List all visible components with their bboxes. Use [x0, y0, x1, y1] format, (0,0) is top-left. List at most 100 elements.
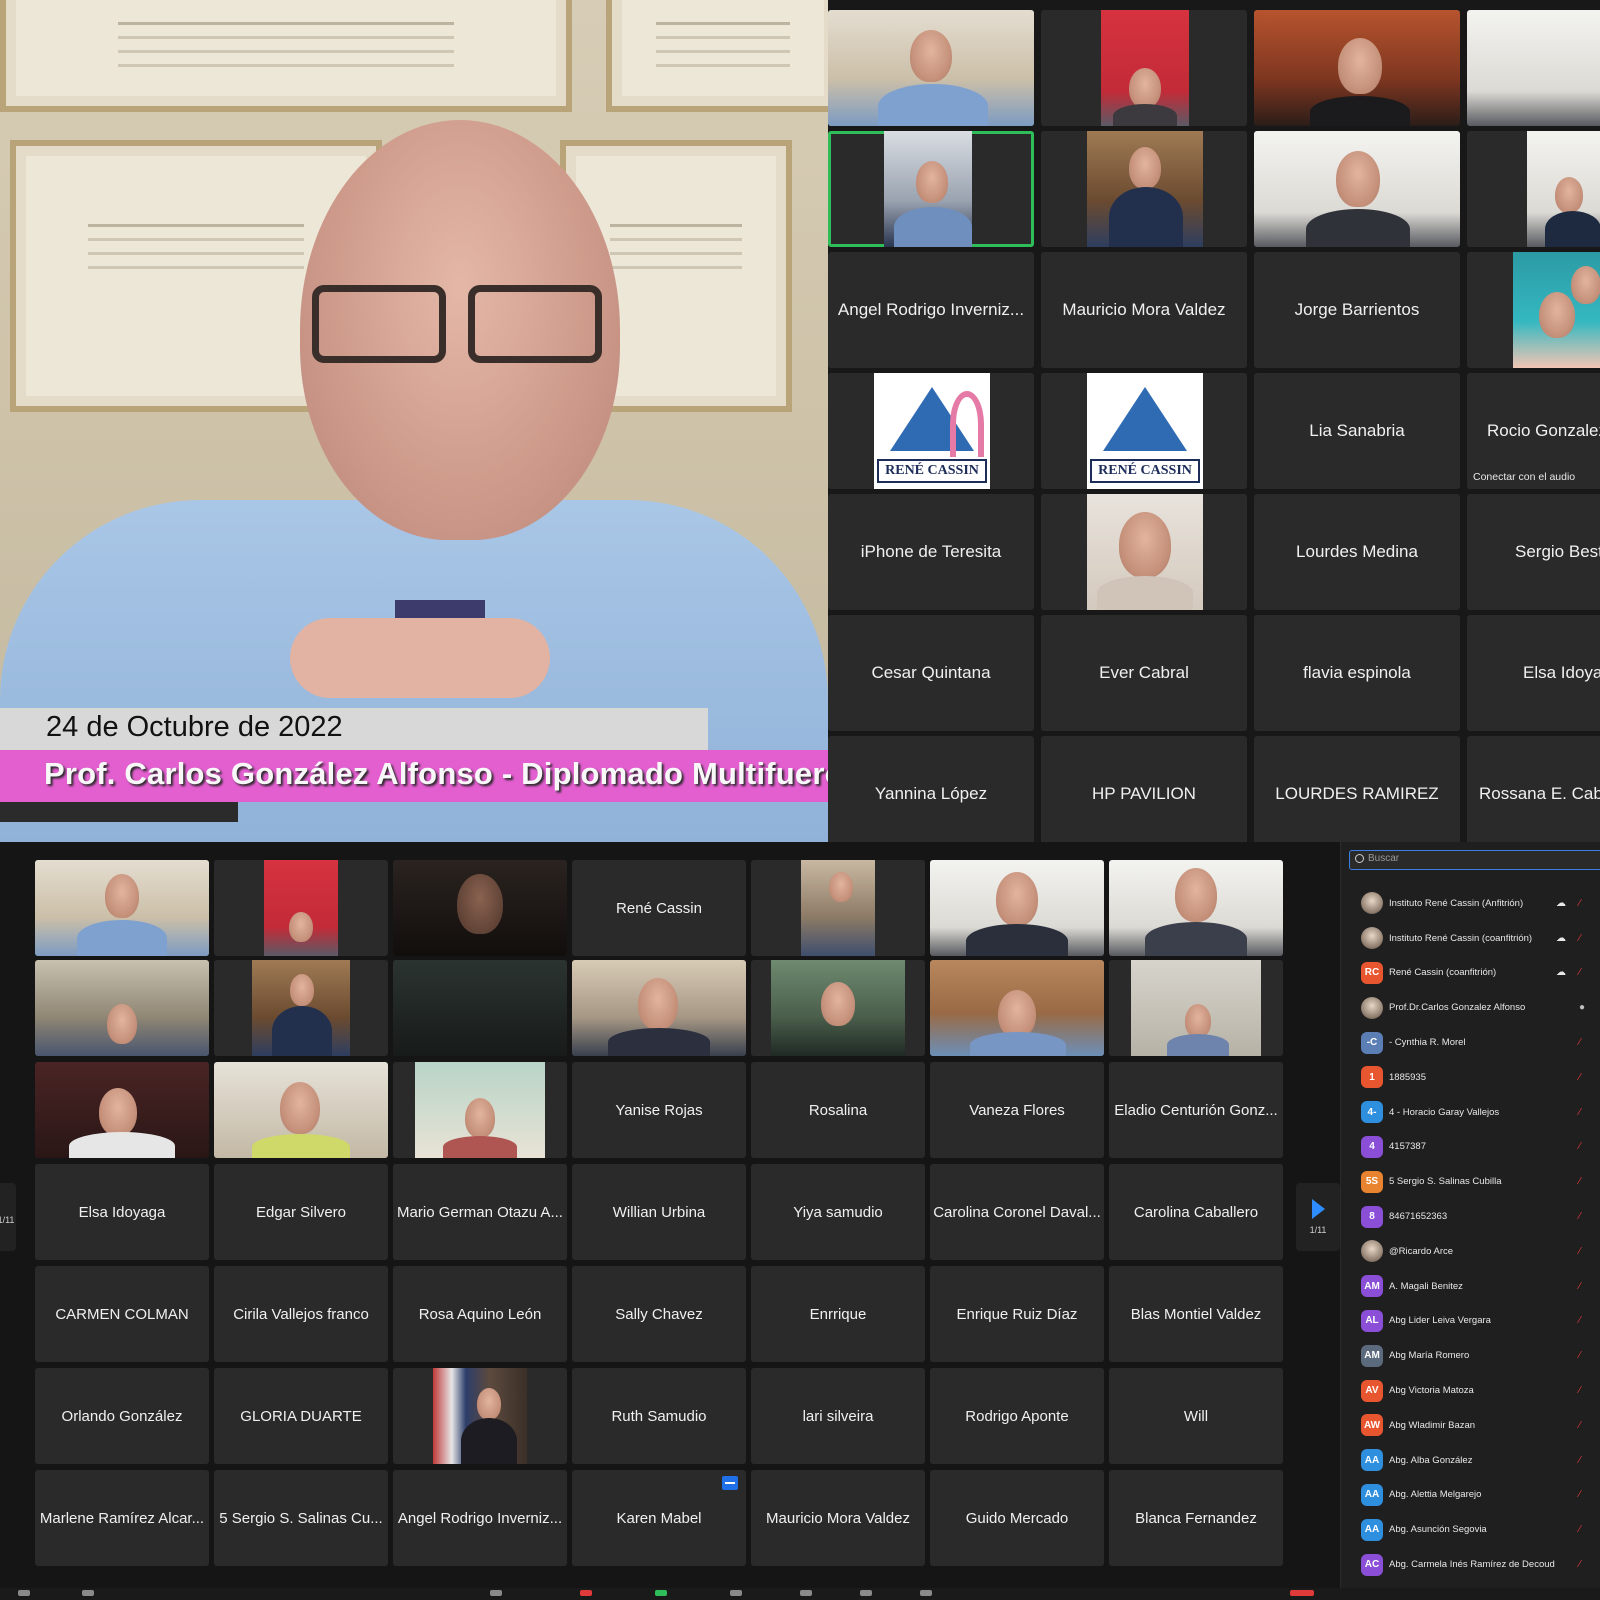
participant-row[interactable]: Instituto René Cassin (coanfitrión)☁⁄▭: [1361, 921, 1600, 956]
video-tile[interactable]: [751, 960, 925, 1056]
participant-tile[interactable]: Enrique Ruiz Díaz: [930, 1266, 1104, 1362]
mic-muted-icon[interactable]: ⁄: [1579, 1420, 1581, 1431]
share-screen-icon[interactable]: [655, 1590, 667, 1596]
participant-tile[interactable]: Eladio Centurión Gonz...: [1109, 1062, 1283, 1158]
participant-tile[interactable]: iPhone de Teresita: [828, 494, 1034, 610]
participant-tile[interactable]: Cesar Quintana: [828, 615, 1034, 731]
participant-row[interactable]: ALAbg Lider Leiva Vergara⁄▭: [1361, 1304, 1600, 1339]
participant-tile[interactable]: GLORIA DUARTE: [214, 1368, 388, 1464]
participant-row[interactable]: Prof.Dr.Carlos Gonzalez Alfonso●▭: [1361, 990, 1600, 1025]
participant-row[interactable]: AAAbg. Asunción Segovia⁄▭: [1361, 1512, 1600, 1547]
participant-tile[interactable]: Edgar Silvero: [214, 1164, 388, 1260]
mic-muted-icon[interactable]: ⁄: [1579, 898, 1581, 909]
mic-icon[interactable]: ●: [1579, 1002, 1585, 1013]
participant-row[interactable]: 5S5 Sergio S. Salinas Cubilla⁄▭: [1361, 1164, 1600, 1199]
participant-tile[interactable]: Blas Montiel Valdez: [1109, 1266, 1283, 1362]
participant-row[interactable]: RCRené Cassin (coanfitrión)☁⁄▭: [1361, 956, 1600, 991]
participant-tile[interactable]: Orlando González: [35, 1368, 209, 1464]
video-tile-active[interactable]: [828, 131, 1034, 247]
participant-tile[interactable]: Rocio Gonzalez Conectar con el audio: [1467, 373, 1600, 489]
video-tile[interactable]: [1041, 10, 1247, 126]
mic-muted-icon[interactable]: ⁄: [1579, 1107, 1581, 1118]
more-icon[interactable]: [920, 1590, 932, 1596]
participant-tile[interactable]: Lia Sanabria: [1254, 373, 1460, 489]
video-tile[interactable]: [930, 960, 1104, 1056]
mic-muted-icon[interactable]: ⁄: [1579, 1385, 1581, 1396]
participant-row[interactable]: 4-4 - Horacio Garay Vallejos⁄▭: [1361, 1095, 1600, 1130]
video-tile-active[interactable]: [35, 860, 209, 956]
video-tile[interactable]: [35, 1062, 209, 1158]
video-tile[interactable]: [1254, 10, 1460, 126]
participant-tile[interactable]: Rosa Aquino León: [393, 1266, 567, 1362]
participant-row[interactable]: Instituto René Cassin (Anfitrión)☁⁄▭: [1361, 886, 1600, 921]
participant-tile[interactable]: Lourdes Medina: [1254, 494, 1460, 610]
participant-row[interactable]: 11885935⁄▭: [1361, 1060, 1600, 1095]
apps-icon[interactable]: [860, 1590, 872, 1596]
video-tile[interactable]: [930, 860, 1104, 956]
participant-row[interactable]: AWAbg Wladimir Bazan⁄▭: [1361, 1408, 1600, 1443]
participant-row[interactable]: 884671652363⁄▭: [1361, 1199, 1600, 1234]
mic-muted-icon[interactable]: ⁄: [1579, 1211, 1581, 1222]
participant-tile[interactable]: CARMEN COLMAN: [35, 1266, 209, 1362]
next-page-button[interactable]: 1/11: [1296, 1183, 1340, 1251]
participant-tile[interactable]: Willian Urbina: [572, 1164, 746, 1260]
participant-row[interactable]: AMA. Magali Benitez⁄▭: [1361, 1269, 1600, 1304]
participant-tile[interactable]: Angel Rodrigo Inverniz...: [828, 252, 1034, 368]
participant-row[interactable]: AVAbg Victoria Matoza⁄▭: [1361, 1373, 1600, 1408]
mic-muted-icon[interactable]: ⁄: [1579, 1524, 1581, 1535]
video-tile[interactable]: [1467, 252, 1600, 368]
participant-row[interactable]: @Ricardo Arce⁄▭: [1361, 1234, 1600, 1269]
record-icon[interactable]: [730, 1590, 742, 1596]
mic-muted-icon[interactable]: ⁄: [1579, 1037, 1581, 1048]
participant-tile[interactable]: Yiya samudio: [751, 1164, 925, 1260]
participant-tile[interactable]: Karen Mabel: [572, 1470, 746, 1566]
participant-row[interactable]: AAAbg. Alba González⁄▭: [1361, 1443, 1600, 1478]
participant-row[interactable]: AMAbg María Romero⁄▭: [1361, 1338, 1600, 1373]
participant-tile[interactable]: Vaneza Flores: [930, 1062, 1104, 1158]
participant-tile[interactable]: Ruth Samudio: [572, 1368, 746, 1464]
video-tile[interactable]: [1109, 960, 1283, 1056]
participant-tile[interactable]: HP PAVILION: [1041, 736, 1247, 842]
video-tile[interactable]: [1041, 494, 1247, 610]
video-tile[interactable]: [393, 1062, 567, 1158]
participant-row[interactable]: 44157387⁄▭: [1361, 1130, 1600, 1165]
participant-tile[interactable]: Carolina Coronel Daval...: [930, 1164, 1104, 1260]
participant-tile[interactable]: Ever Cabral: [1041, 615, 1247, 731]
minimize-icon[interactable]: [722, 1476, 738, 1490]
video-tile[interactable]: [1467, 131, 1600, 247]
participant-tile[interactable]: Enrrique: [751, 1266, 925, 1362]
participant-tile[interactable]: Rodrigo Aponte: [930, 1368, 1104, 1464]
video-tile[interactable]: [1041, 131, 1247, 247]
participants-count-badge[interactable]: [580, 1590, 592, 1596]
participant-search-input[interactable]: Buscar: [1349, 850, 1600, 870]
video-tile[interactable]: [35, 960, 209, 1056]
participant-tile[interactable]: Rossana E. Cabr: [1467, 736, 1600, 842]
participant-tile[interactable]: Will: [1109, 1368, 1283, 1464]
participant-tile[interactable]: Elsa Idoyaga: [35, 1164, 209, 1260]
mic-muted-icon[interactable]: ⁄: [1579, 1455, 1581, 1466]
video-tile[interactable]: [214, 960, 388, 1056]
participant-tile[interactable]: Blanca Fernandez: [1109, 1470, 1283, 1566]
participant-tile[interactable]: Angel Rodrigo Inverniz...: [393, 1470, 567, 1566]
video-tile[interactable]: RENÉ CASSIN: [1041, 373, 1247, 489]
mic-muted-icon[interactable]: ⁄: [1579, 1489, 1581, 1500]
participant-tile[interactable]: Sally Chavez: [572, 1266, 746, 1362]
video-tile[interactable]: [393, 860, 567, 956]
mic-muted-icon[interactable]: ⁄: [1579, 1246, 1581, 1257]
leave-button[interactable]: [1290, 1590, 1314, 1596]
mic-muted-icon[interactable]: ⁄: [1579, 1350, 1581, 1361]
mic-icon[interactable]: [18, 1590, 30, 1596]
participant-tile[interactable]: Rosalina: [751, 1062, 925, 1158]
video-tile[interactable]: [214, 860, 388, 956]
participant-tile[interactable]: Marlene Ramírez Alcar...: [35, 1470, 209, 1566]
participant-tile[interactable]: flavia espinola: [1254, 615, 1460, 731]
video-tile[interactable]: [1467, 10, 1600, 126]
video-tile[interactable]: [828, 10, 1034, 126]
mic-muted-icon[interactable]: ⁄: [1579, 967, 1581, 978]
mic-muted-icon[interactable]: ⁄: [1579, 1176, 1581, 1187]
previous-page-button[interactable]: 1/11: [0, 1183, 16, 1251]
participants-icon[interactable]: [490, 1590, 502, 1596]
participant-tile[interactable]: Yannina López: [828, 736, 1034, 842]
mic-muted-icon[interactable]: ⁄: [1579, 1315, 1581, 1326]
video-tile[interactable]: [572, 960, 746, 1056]
